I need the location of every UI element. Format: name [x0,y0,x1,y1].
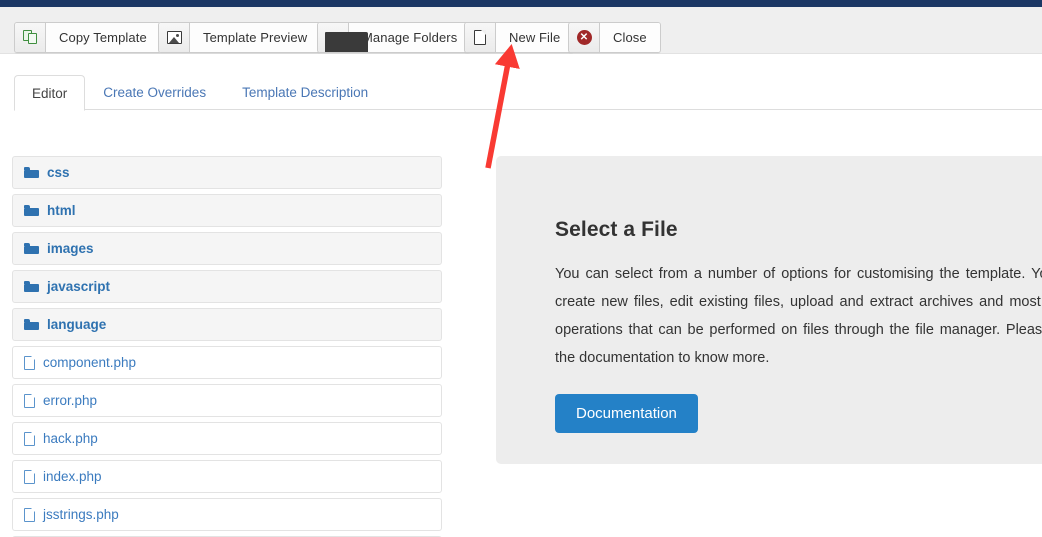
tab-template-description[interactable]: Template Description [224,74,386,110]
list-item[interactable]: css [12,156,442,189]
list-item-label: jsstrings.php [43,507,119,522]
folder-icon [24,319,39,330]
list-item[interactable]: html [12,194,442,227]
select-a-file-panel: Select a File You can select from a numb… [496,156,1042,464]
folder-icon [318,23,368,52]
new-file-label: New File [496,23,574,52]
document-icon [24,469,35,484]
copy-template-button[interactable]: Copy Template [14,22,161,53]
list-item-label: html [47,203,76,218]
top-navy-bar [0,0,1042,7]
image-icon [159,23,190,52]
close-label: Close [600,23,660,52]
tab-bar: Editor Create Overrides Template Descrip… [0,54,1042,111]
list-item[interactable]: javascript [12,270,442,303]
list-item[interactable]: jsstrings.php [12,498,442,531]
list-item[interactable]: images [12,232,442,265]
tab-editor[interactable]: Editor [14,75,86,111]
file-tree-list: css html images javascript language comp… [12,156,442,537]
list-item[interactable]: component.php [12,346,442,379]
document-icon [465,23,496,52]
list-item[interactable]: error.php [12,384,442,417]
document-icon [24,393,35,408]
copy-icon [15,23,46,52]
folder-icon [24,243,39,254]
close-circle-icon: ✕ [569,23,600,52]
close-button[interactable]: ✕ Close [568,22,661,53]
document-icon [24,355,35,370]
list-item[interactable]: index.php [12,460,442,493]
copy-template-label: Copy Template [46,23,160,52]
panel-description: You can select from a number of options … [555,266,1042,366]
tab-create-overrides[interactable]: Create Overrides [85,74,224,110]
list-item-label: images [47,241,94,256]
folder-icon [24,167,39,178]
template-preview-label: Template Preview [190,23,321,52]
document-icon [24,507,35,522]
folder-icon [24,281,39,292]
list-item[interactable]: hack.php [12,422,442,455]
list-item-label: language [47,317,107,332]
folder-icon [24,205,39,216]
list-item-label: hack.php [43,431,98,446]
list-item-label: index.php [43,469,102,484]
template-preview-button[interactable]: Template Preview [158,22,322,53]
manage-folders-button[interactable]: Manage Folders [317,22,472,53]
tab-template-description-label: Template Description [242,85,369,100]
document-icon [24,431,35,446]
toolbar: Copy Template Template Preview Manage Fo… [0,7,1042,54]
list-item[interactable]: language [12,308,442,341]
list-item-label: css [47,165,70,180]
tab-create-overrides-label: Create Overrides [103,85,207,100]
page-title: Select a File [555,218,678,241]
documentation-button[interactable]: Documentation [555,394,698,433]
new-file-button[interactable]: New File [464,22,575,53]
list-item-label: javascript [47,279,111,294]
list-item-label: error.php [43,393,98,408]
tab-editor-label: Editor [32,86,68,101]
list-item-label: component.php [43,355,137,370]
template-manager-screen: Copy Template Template Preview Manage Fo… [0,0,1042,537]
